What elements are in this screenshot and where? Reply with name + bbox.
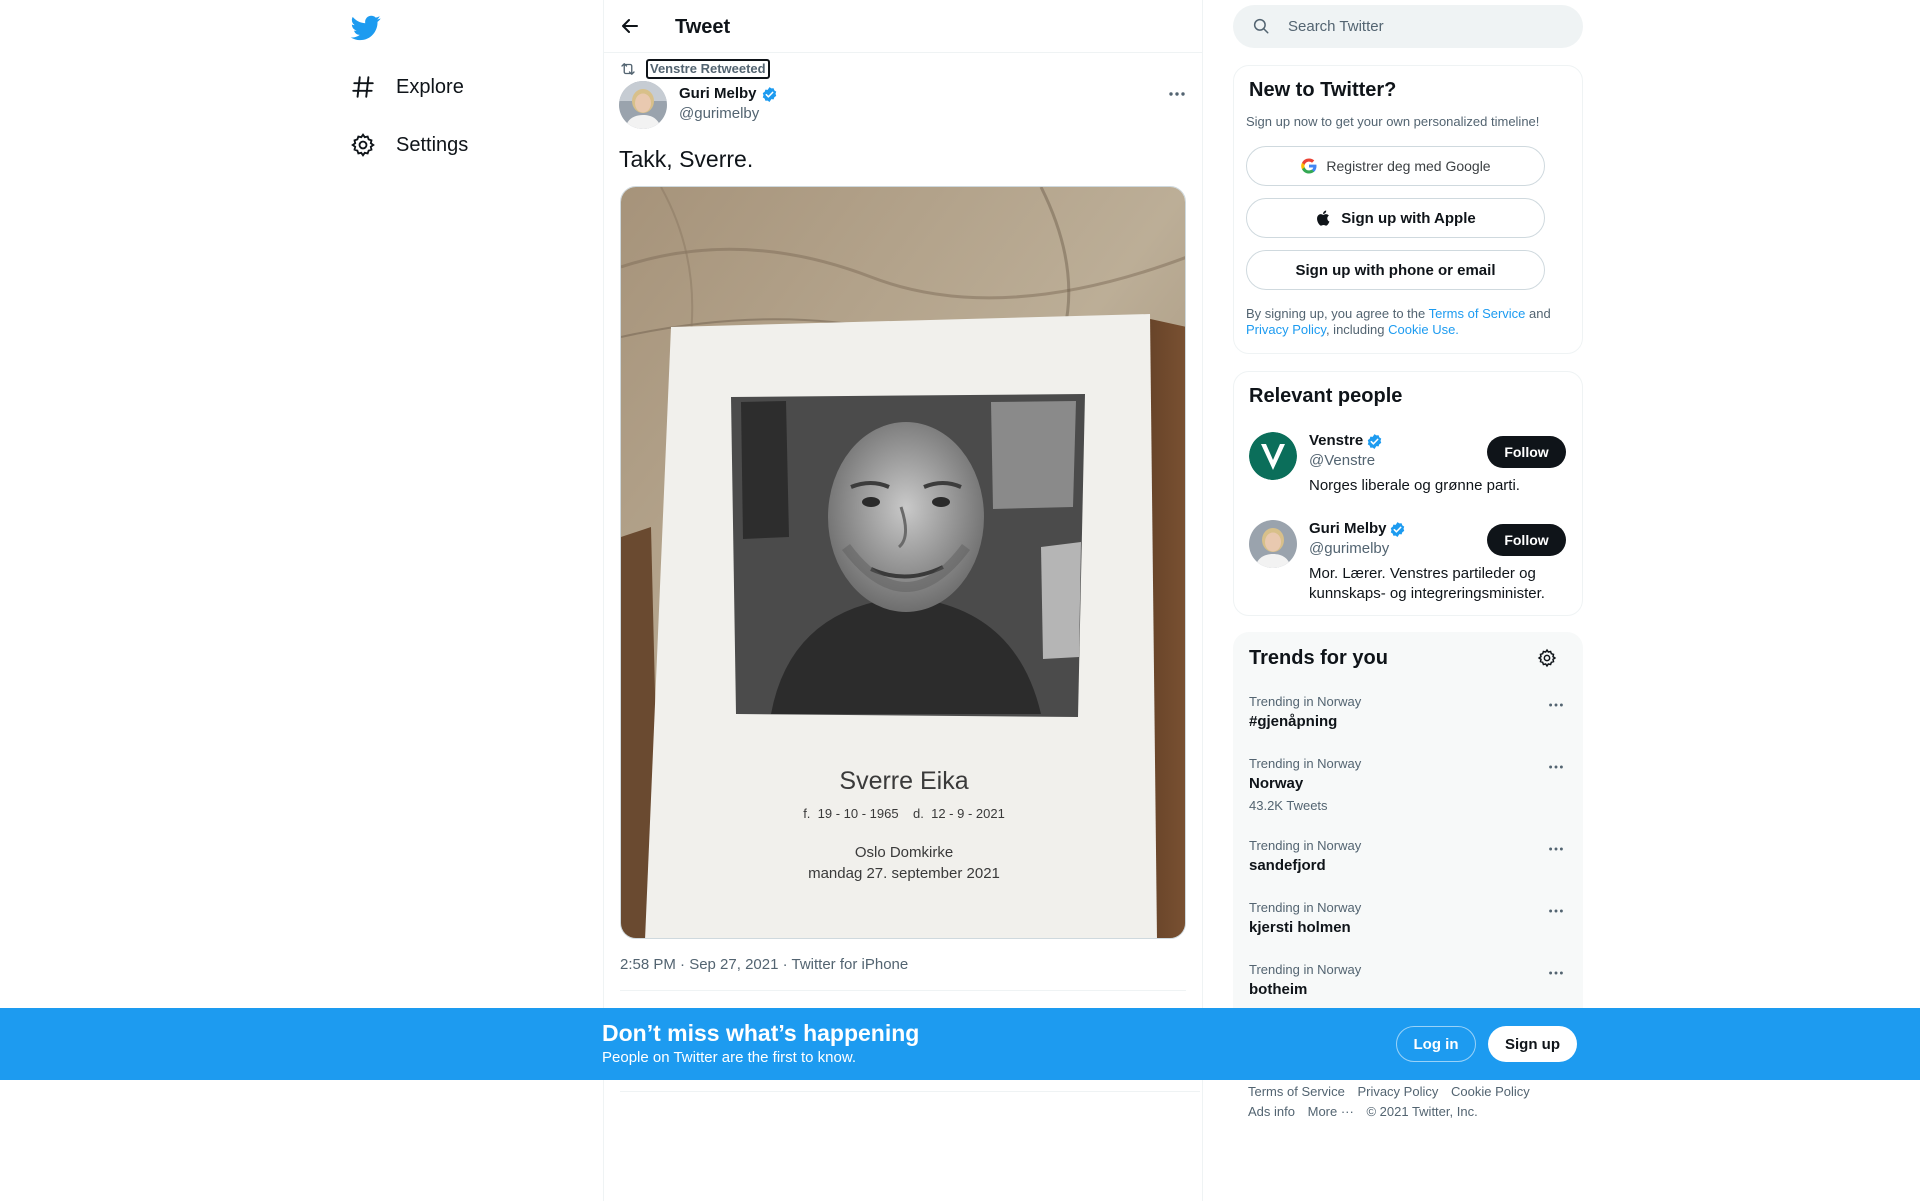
verified-badge-icon [1366,433,1383,450]
follow-gurimelby-button[interactable]: Follow [1487,524,1566,556]
divider [620,990,1186,991]
trend-context: Trending in Norway [1249,962,1362,977]
terms-of-service-link[interactable]: Terms of Service [1429,306,1526,321]
footer-copyright: © 2021 Twitter, Inc. [1366,1104,1478,1119]
login-button[interactable]: Log in [1396,1026,1476,1062]
signup-button[interactable]: Sign up [1488,1026,1577,1062]
twitter-logo-icon[interactable] [349,12,383,42]
trends-title: Trends for you [1249,647,1388,669]
author-avatar[interactable] [619,81,667,129]
trend-name[interactable]: sandefjord [1249,857,1326,874]
nav-explore[interactable]: Explore [350,67,464,107]
trend-more-icon[interactable] [1545,696,1567,714]
tweet-timestamp[interactable]: 2:58 PM · Sep 27, 2021 · Twitter for iPh… [620,956,908,973]
apple-icon [1315,209,1333,227]
person-handle[interactable]: @Venstre [1309,452,1375,469]
memorial-name: Sverre Eika [839,767,969,795]
person-bio: Mor. Lærer. Venstres partileder og kunns… [1309,565,1545,602]
person-bio: Norges liberale og grønne parti. [1309,477,1520,494]
trend-context: Trending in Norway [1249,838,1362,853]
memorial-date-line: mandag 27. september 2021 [808,865,1000,882]
footer-privacy-link[interactable]: Privacy Policy [1357,1084,1438,1099]
trend-more-icon[interactable] [1545,840,1567,858]
tweet-text: Takk, Sverre. [619,146,754,172]
gear-icon[interactable] [1537,648,1557,668]
trend-context: Trending in Norway [1249,694,1362,709]
tweet-photo[interactable]: Sverre Eika f. 19 - 10 - 1965 d. 12 - 9 … [620,186,1186,939]
cookie-use-link[interactable]: Cookie Use. [1388,322,1459,337]
phone-email-signup-button[interactable]: Sign up with phone or email [1246,250,1545,290]
nav-settings-label: Settings [396,133,469,156]
memorial-place: Oslo Domkirke [854,844,954,861]
legal-including: , including [1325,322,1389,337]
follow-venstre-button[interactable]: Follow [1487,436,1566,468]
nav-settings[interactable]: Settings [350,125,468,165]
legal-and: and [1525,306,1551,321]
gear-icon [350,132,376,158]
trend-context: Trending in Norway [1249,756,1362,771]
memorial-dates: f. 19 - 10 - 1965 d. 12 - 9 - 2021 [803,806,1005,821]
nav-explore-label: Explore [396,75,464,98]
google-icon [1300,157,1318,175]
phone-email-signup-label: Sign up with phone or email [1295,261,1496,279]
trend-name[interactable]: Norway [1249,775,1303,792]
trend-name[interactable]: #gjenåpning [1249,713,1337,730]
footer-links: Terms of Service Privacy Policy Cookie P… [1248,1082,1539,1122]
trend-more-icon[interactable] [1545,902,1567,920]
venstre-avatar[interactable] [1249,432,1297,480]
author-name[interactable]: Guri Melby [679,85,757,102]
author-handle[interactable]: @gurimelby [679,105,759,122]
new-to-twitter-title: New to Twitter? [1249,79,1397,101]
apple-signup-button[interactable]: Sign up with Apple [1246,198,1545,238]
banner-subtitle: People on Twitter are the first to know. [602,1049,857,1066]
privacy-policy-link[interactable]: Privacy Policy [1246,322,1326,337]
person-handle[interactable]: @gurimelby [1309,540,1389,557]
trend-context: Trending in Norway [1249,900,1362,915]
trend-name[interactable]: botheim [1249,981,1307,998]
footer-terms-link[interactable]: Terms of Service [1248,1084,1345,1099]
trend-more-icon[interactable] [1545,964,1567,982]
trend-more-icon[interactable] [1545,758,1567,776]
verified-badge-icon [761,86,778,103]
search-input[interactable] [1288,10,1568,42]
search-icon [1252,17,1270,35]
trend-count: 43.2K Tweets [1249,798,1328,813]
verified-badge-icon [1389,521,1406,538]
footer-cookie-link[interactable]: Cookie Policy [1451,1084,1530,1099]
back-arrow-icon[interactable] [618,14,642,38]
relevant-people-title: Relevant people [1249,385,1403,407]
banner-title: Don’t miss what’s happening [602,1020,920,1046]
new-to-twitter-subtitle: Sign up now to get your own personalized… [1246,114,1540,129]
legal-prefix: By signing up, you agree to the [1246,306,1429,321]
footer-ads-link[interactable]: Ads info [1248,1104,1295,1119]
more-options-icon[interactable] [1165,84,1189,104]
signup-legal-text: By signing up, you agree to the Terms of… [1246,306,1566,338]
divider [620,1091,1200,1092]
retweeted-by-link[interactable]: Venstre Retweeted [646,59,770,79]
person-name[interactable]: Guri Melby [1309,520,1387,537]
hashtag-icon [350,74,376,100]
google-signup-button[interactable]: Registrer deg med Google [1246,146,1545,186]
gurimelby-avatar[interactable] [1249,520,1297,568]
person-name[interactable]: Venstre [1309,432,1363,449]
signup-banner [0,1008,1920,1080]
trend-name[interactable]: kjersti holmen [1249,919,1351,936]
footer-more-link[interactable]: More ··· [1308,1104,1354,1119]
google-signup-label: Registrer deg med Google [1326,158,1491,174]
retweet-icon [619,60,637,78]
page-title: Tweet [675,16,731,38]
apple-signup-label: Sign up with Apple [1341,209,1476,227]
